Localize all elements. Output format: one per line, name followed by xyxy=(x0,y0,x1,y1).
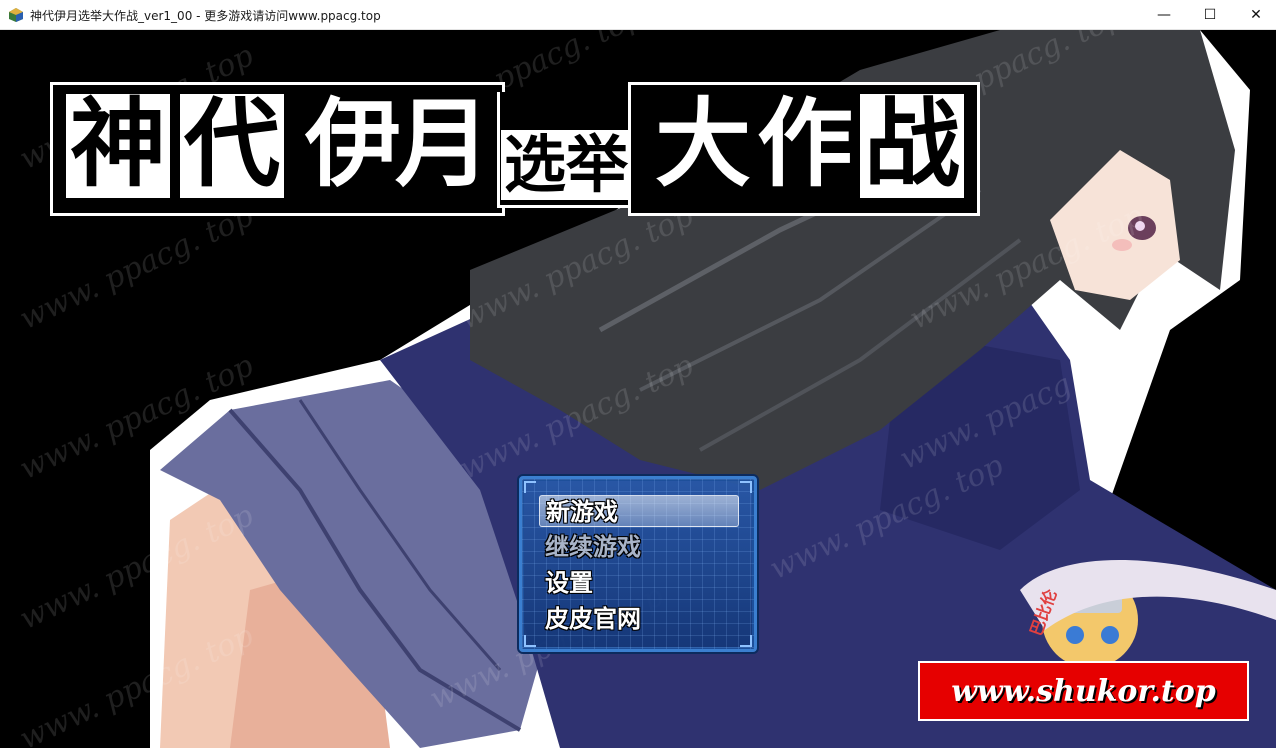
logo-char: 选 xyxy=(504,128,567,201)
menu-official-site[interactable]: 皮皮官网 xyxy=(539,603,739,635)
logo-char: 神 xyxy=(70,88,166,200)
frame-corner-icon xyxy=(740,635,752,647)
frame-corner-icon xyxy=(524,481,536,493)
menu-continue[interactable]: 继续游戏 xyxy=(539,531,739,563)
minimize-button[interactable]: — xyxy=(1141,0,1187,30)
window-title: 神代伊月选举大作战_ver1_00 - 更多游戏请访问www.ppacg.top xyxy=(30,9,381,23)
frame-corner-icon xyxy=(740,481,752,493)
app-icon xyxy=(9,8,23,22)
logo-char: 代 xyxy=(184,88,280,200)
logo-char: 伊 xyxy=(305,88,401,200)
logo-char: 月 xyxy=(395,88,491,200)
maximize-button[interactable]: ☐ xyxy=(1187,0,1233,30)
logo-char: 大 xyxy=(655,88,751,200)
logo-char: 战 xyxy=(864,88,960,200)
menu-new-game[interactable]: 新游戏 xyxy=(539,495,739,527)
site-banner-text: www.shukor.top xyxy=(951,673,1216,709)
menu-settings[interactable]: 设置 xyxy=(539,567,739,599)
site-banner: www.shukor.top xyxy=(918,661,1249,721)
close-icon: ✕ xyxy=(1250,7,1262,23)
logo-char: 举 xyxy=(566,128,629,201)
maximize-icon: ☐ xyxy=(1203,7,1217,23)
frame-corner-icon xyxy=(524,635,536,647)
logo-char: 作 xyxy=(757,88,853,200)
minimize-icon: — xyxy=(1157,7,1171,23)
title-menu: 新游戏 继续游戏 设置 皮皮官网 xyxy=(519,476,757,652)
close-button[interactable]: ✕ xyxy=(1233,0,1276,30)
window-titlebar[interactable]: 神代伊月选举大作战_ver1_00 - 更多游戏请访问www.ppacg.top… xyxy=(0,0,1276,30)
game-canvas[interactable]: www. ppacg. top www. ppacg. top www. ppa… xyxy=(0,30,1276,748)
